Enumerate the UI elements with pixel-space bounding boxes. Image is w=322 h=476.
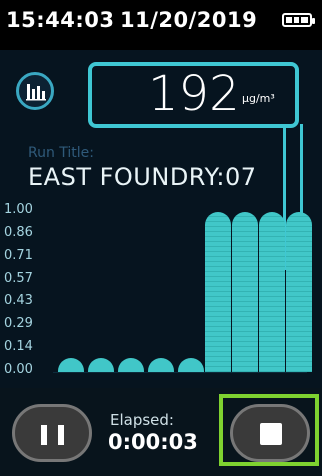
y-tick-label: 0.86 [4, 224, 33, 240]
status-bar: 15:44:03 11/20/2019 [0, 0, 322, 50]
chart-baseline [53, 372, 307, 373]
run-title-label: Run Title: [28, 145, 95, 161]
chart-bar [232, 212, 258, 372]
chart-bar [259, 212, 285, 372]
y-tick-label: 0.14 [4, 339, 33, 355]
y-tick-label: 0.29 [4, 316, 33, 332]
y-tick-label: 0.71 [4, 247, 33, 263]
pause-button[interactable] [12, 404, 92, 462]
run-title: EAST FOUNDRY:07 [28, 163, 257, 191]
reading-value: 192 [148, 66, 240, 122]
chart-bar [286, 212, 312, 372]
chart-bar [205, 212, 231, 372]
y-tick-label: 1.00 [4, 202, 33, 217]
bar-chart-icon[interactable] [16, 72, 54, 110]
battery-full-icon [282, 13, 315, 27]
status-time: 15:44:03 [6, 8, 115, 32]
status-date: 11/20/2019 [120, 8, 258, 32]
y-tick-label: 0.00 [4, 362, 33, 377]
reading-unit: µg/m³ [242, 92, 275, 105]
stop-button[interactable] [230, 404, 310, 462]
elapsed-time: 0:00:03 [108, 430, 198, 454]
elapsed-label: Elapsed: [110, 411, 174, 429]
y-tick-label: 0.57 [4, 270, 33, 286]
y-tick-label: 0.43 [4, 293, 33, 309]
stop-icon [260, 423, 282, 445]
